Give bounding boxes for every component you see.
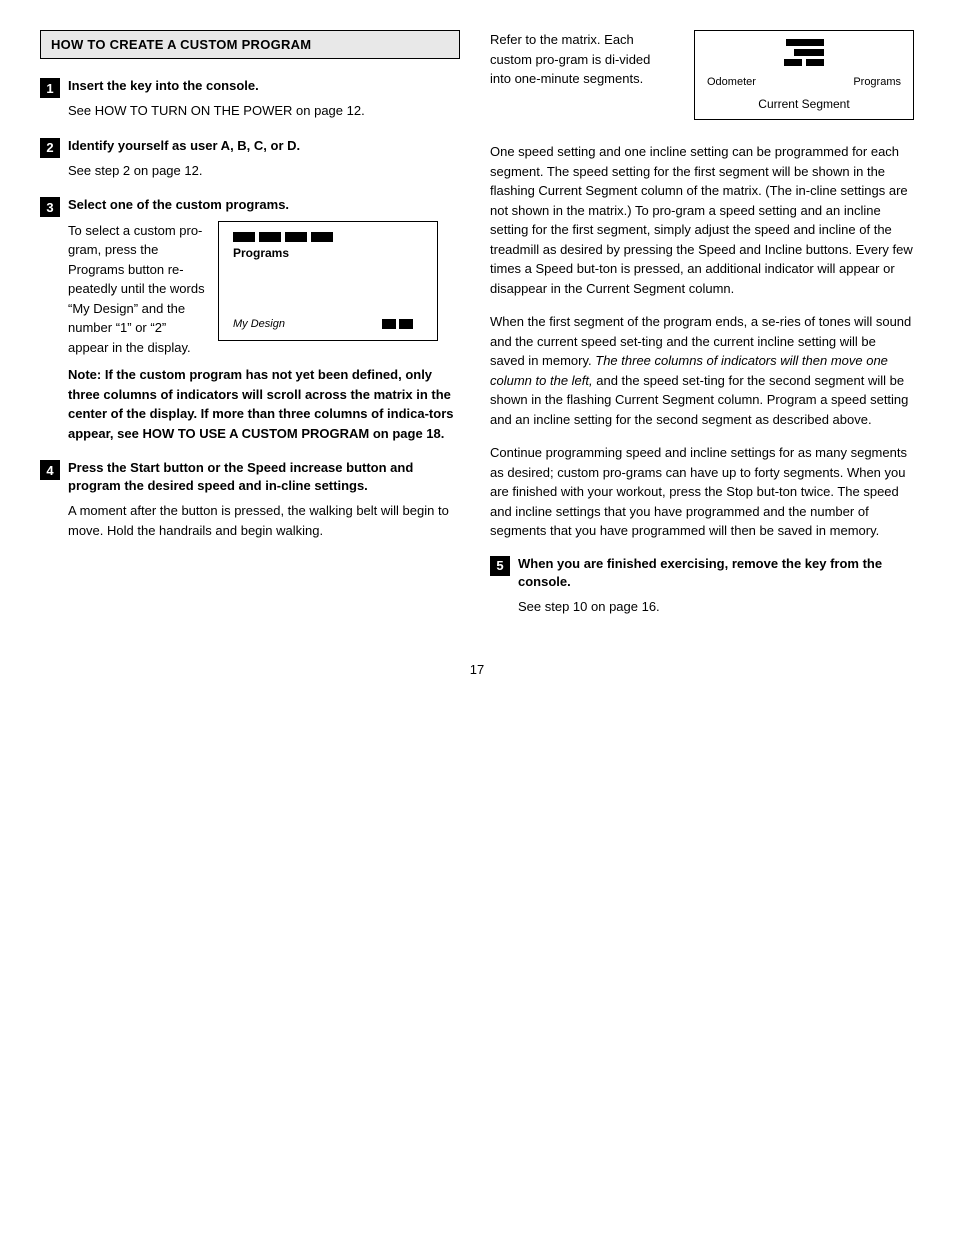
page-number: 17	[40, 652, 914, 677]
display-indicators	[707, 39, 901, 66]
disp-bar-row1	[786, 39, 824, 46]
step-3-title: Select one of the custom programs.	[68, 196, 460, 214]
right-display-area: Odometer Programs Current Segment	[694, 30, 914, 128]
step-2: 2 Identify yourself as user A, B, C, or …	[40, 137, 460, 181]
step-5-body: See step 10 on page 16.	[518, 597, 914, 617]
right-para-3-text: Continue programming speed and incline s…	[490, 445, 907, 538]
step-5-title: When you are finished exercising, remove…	[518, 555, 914, 591]
step-3-intro-text: To select a custom pro-gram, press the P…	[68, 221, 208, 358]
step-1-body: See HOW TO TURN ON THE POWER on page 12.	[68, 101, 460, 121]
step-2-content: Identify yourself as user A, B, C, or D.…	[68, 137, 460, 181]
step-4-content: Press the Start button or the Speed incr…	[68, 459, 460, 540]
page-container: HOW TO CREATE A CUSTOM PROGRAM 1 Insert …	[40, 30, 914, 677]
section-title: HOW TO CREATE A CUSTOM PROGRAM	[51, 37, 311, 52]
right-para-1: One speed setting and one incline settin…	[490, 142, 914, 298]
step-4-number: 4	[40, 460, 60, 480]
right-intro-row: Refer to the matrix. Each custom pro-gra…	[490, 30, 914, 128]
disp-bar-r3-a	[784, 59, 802, 66]
step-3-content: Select one of the custom programs. To se…	[68, 196, 460, 443]
odometer-label: Odometer	[707, 76, 756, 88]
current-segment-label: Current Segment	[707, 97, 901, 111]
prog-bar-3	[285, 232, 307, 242]
prog-bottom-row: My Design	[233, 318, 423, 330]
prog-mydesign-label: My Design	[233, 318, 285, 330]
right-para-2: When the first segment of the program en…	[490, 312, 914, 429]
step-3-note: Note: If the custom program has not yet …	[68, 365, 460, 443]
step-2-number: 2	[40, 138, 60, 158]
prog-top-area: Programs	[233, 232, 423, 260]
step-4-title: Press the Start button or the Speed incr…	[68, 459, 460, 495]
prog-bar-2	[259, 232, 281, 242]
disp-bars-group	[784, 39, 824, 66]
disp-bar-row3	[784, 59, 824, 66]
step-3-image-row: To select a custom pro-gram, press the P…	[68, 221, 460, 358]
step-1-content: Insert the key into the console. See HOW…	[68, 77, 460, 121]
display-labels: Odometer Programs	[707, 76, 901, 88]
step-1-title: Insert the key into the console.	[68, 77, 460, 95]
program-display-box: Programs My Design	[218, 221, 438, 341]
prog-dots	[382, 319, 413, 329]
step-1: 1 Insert the key into the console. See H…	[40, 77, 460, 121]
step-5: 5 When you are finished exercising, remo…	[490, 555, 914, 617]
step-3: 3 Select one of the custom programs. To …	[40, 196, 460, 443]
right-para-1-text: One speed setting and one incline settin…	[490, 144, 913, 296]
disp-bar-row2	[794, 49, 824, 56]
disp-bar-r3-b	[806, 59, 824, 66]
prog-indicators	[233, 232, 423, 242]
left-column: HOW TO CREATE A CUSTOM PROGRAM 1 Insert …	[40, 30, 460, 632]
step-1-number: 1	[40, 78, 60, 98]
prog-dot-2	[399, 319, 413, 329]
step-5-number: 5	[490, 556, 510, 576]
right-column: Refer to the matrix. Each custom pro-gra…	[490, 30, 914, 632]
prog-bar-1	[233, 232, 255, 242]
prog-programs-label: Programs	[233, 246, 423, 260]
right-intro-text: Refer to the matrix. Each custom pro-gra…	[490, 30, 674, 89]
main-columns: HOW TO CREATE A CUSTOM PROGRAM 1 Insert …	[40, 30, 914, 632]
prog-dot-1	[382, 319, 396, 329]
programs-label: Programs	[853, 76, 901, 88]
right-para-3: Continue programming speed and incline s…	[490, 443, 914, 541]
step-2-body: See step 2 on page 12.	[68, 161, 460, 181]
step-4-body: A moment after the button is pressed, th…	[68, 501, 460, 540]
display-box: Odometer Programs Current Segment	[694, 30, 914, 120]
step-4: 4 Press the Start button or the Speed in…	[40, 459, 460, 540]
step-3-number: 3	[40, 197, 60, 217]
step-5-content: When you are finished exercising, remove…	[518, 555, 914, 617]
section-header: HOW TO CREATE A CUSTOM PROGRAM	[40, 30, 460, 59]
prog-bar-4	[311, 232, 333, 242]
step-2-title: Identify yourself as user A, B, C, or D.	[68, 137, 460, 155]
